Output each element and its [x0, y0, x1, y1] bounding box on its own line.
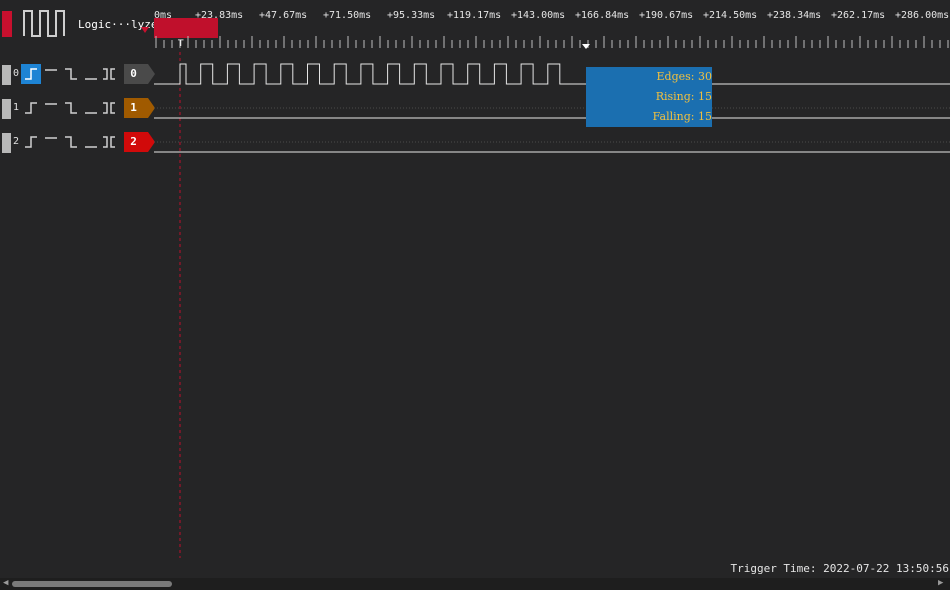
trigger-low-button[interactable]	[81, 132, 101, 152]
channel-drag-handle[interactable]	[2, 99, 11, 119]
channel-drag-handle[interactable]	[2, 65, 11, 85]
cursor-marker-icon	[582, 44, 590, 49]
trigger-any-edge-button[interactable]	[99, 98, 119, 118]
trigger-rising-edge-button[interactable]	[21, 98, 41, 118]
trigger-high-button[interactable]	[41, 64, 61, 84]
trigger-any-edge-button[interactable]	[99, 64, 119, 84]
trigger-any-edge-button[interactable]	[99, 132, 119, 152]
app-accent-bar	[2, 11, 12, 37]
channel-0-waveform	[154, 63, 950, 85]
edges-count: Edges: 30	[656, 70, 712, 83]
trigger-low-button[interactable]	[81, 98, 101, 118]
app-title[interactable]: Logic···lyzer	[78, 18, 164, 31]
trigger-falling-edge-button[interactable]	[61, 64, 81, 84]
trigger-rising-edge-button[interactable]	[21, 132, 41, 152]
scroll-right-arrow-icon[interactable]: ▶	[938, 578, 943, 588]
waveform-canvas[interactable]	[154, 52, 950, 562]
time-ruler[interactable]: 0ms +23.83ms +47.67ms +71.50ms +95.33ms …	[154, 0, 950, 52]
logic-analyzer-logo-icon	[23, 10, 65, 37]
channel-tag-label: 1	[130, 101, 137, 114]
edge-measurement-box[interactable]: Edges: 30 Rising: 15 Falling: 15	[586, 67, 712, 127]
trigger-rising-edge-button[interactable]	[21, 64, 41, 84]
channel-index: 2	[13, 136, 20, 147]
scroll-left-arrow-icon[interactable]: ◀	[3, 578, 8, 588]
trigger-time: Trigger Time: 2022-07-22 13:50:56	[730, 562, 949, 575]
falling-count: Falling: 15	[652, 110, 712, 123]
channel-index: 1	[13, 102, 20, 113]
trigger-label: T	[177, 39, 184, 49]
trigger-falling-edge-button[interactable]	[61, 132, 81, 152]
channel-tag-label: 2	[130, 135, 137, 148]
scrollbar-thumb[interactable]	[12, 581, 172, 587]
channel-drag-handle[interactable]	[2, 133, 11, 153]
title-dropdown-caret-icon[interactable]	[141, 27, 149, 33]
trigger-high-button[interactable]	[41, 132, 61, 152]
trigger-falling-edge-button[interactable]	[61, 98, 81, 118]
ruler-ticks: T	[155, 36, 949, 49]
channel-tag-label: 0	[130, 67, 137, 80]
trigger-low-button[interactable]	[81, 64, 101, 84]
rising-count: Rising: 15	[655, 90, 712, 103]
trigger-high-button[interactable]	[41, 98, 61, 118]
channel-index: 0	[13, 68, 20, 79]
